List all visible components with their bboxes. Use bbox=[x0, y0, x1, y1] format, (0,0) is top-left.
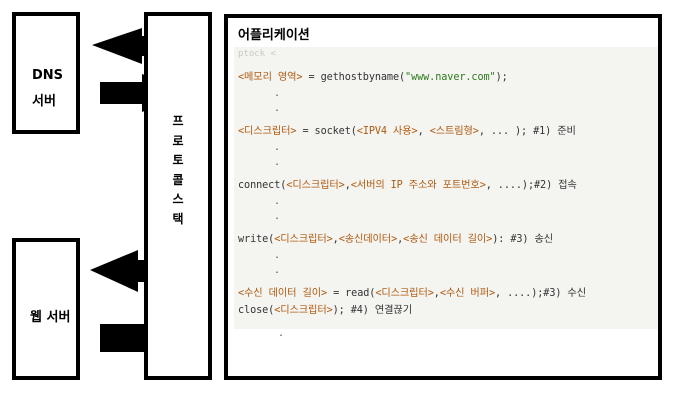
application-box: 어플리케이션 ptock < <메모리 영역> = gethostbyname(… bbox=[224, 14, 662, 380]
code-line-close: close(<디스크립터>); #4) 연결끊기 bbox=[238, 301, 412, 316]
code-token: <디스크립터> bbox=[375, 288, 434, 299]
web-server-box: 웹 서버 bbox=[12, 238, 80, 380]
code-token: <송신데이터> bbox=[338, 234, 398, 245]
protocol-stack-box: 프 로 토 콜 스 택 bbox=[144, 12, 212, 380]
application-title: 어플리케이션 bbox=[238, 28, 310, 43]
code-token: <수신 버퍼> bbox=[439, 288, 496, 299]
protocol-stack-label: 프 로 토 콜 스 택 bbox=[148, 112, 208, 230]
ellipsis-dot: . bbox=[274, 157, 281, 168]
code-line-gethostbyname: <메모리 영역> = gethostbyname("www.naver.com"… bbox=[238, 68, 508, 83]
dns-server-box: DNS 서버 bbox=[12, 12, 80, 134]
code-token: <디스크립터> bbox=[274, 305, 333, 316]
web-server-label: 웹 서버 bbox=[30, 310, 71, 325]
code-token: , ....);#3) 수신 bbox=[495, 288, 586, 299]
code-token: ); bbox=[495, 72, 508, 83]
protocol-char: 스 bbox=[172, 192, 184, 207]
ellipsis-dot: . bbox=[278, 328, 285, 339]
code-token: connect( bbox=[238, 180, 287, 191]
code-token: , bbox=[417, 126, 430, 137]
code-line-write: write(<디스크립터>,<송신데이터>,<송신 데이터 길이>): #3) … bbox=[238, 230, 553, 245]
code-token: = gethostbyname( bbox=[302, 72, 406, 83]
ellipsis-dot: . bbox=[274, 142, 281, 153]
ellipsis-dot: . bbox=[274, 103, 281, 114]
code-line-read: <수신 데이터 길이> = read(<디스크립터>,<수신 버퍼>, ....… bbox=[238, 284, 586, 299]
ellipsis-dot: . bbox=[274, 265, 281, 276]
dns-label: DNS bbox=[32, 68, 64, 83]
code-line-socket: <디스크립터> = socket(<IPV4 사용>, <스트림형>, ... … bbox=[238, 122, 576, 137]
protocol-char: 토 bbox=[172, 153, 184, 168]
code-token: <스트림형> bbox=[429, 126, 479, 137]
code-line-connect: connect(<디스크립터>,<서버의 IP 주소와 포트번호>, ....)… bbox=[238, 176, 577, 191]
ellipsis-dot: . bbox=[274, 196, 281, 207]
code-token: ); #4) 연결끊기 bbox=[332, 305, 412, 316]
code-token: ): #3) 송신 bbox=[492, 234, 553, 245]
code-token: <디스크립터> bbox=[274, 234, 333, 245]
code-string: "www.naver.com" bbox=[405, 72, 496, 83]
code-token: <IPV4 사용> bbox=[356, 126, 418, 137]
code-token: close( bbox=[238, 305, 275, 316]
dns-server-label: 서버 bbox=[32, 94, 56, 109]
code-token: = read( bbox=[327, 288, 376, 299]
ellipsis-dot: . bbox=[274, 250, 281, 261]
protocol-char: 로 bbox=[172, 133, 184, 148]
faded-code-text: ptock < bbox=[238, 49, 276, 59]
code-token: , ....);#2) 접속 bbox=[485, 180, 577, 191]
code-token: <디스크립터> bbox=[238, 126, 297, 137]
code-token: <수신 데이터 길이> bbox=[238, 288, 328, 299]
protocol-char: 프 bbox=[172, 114, 184, 128]
code-token: <송신 데이터 길이> bbox=[403, 234, 493, 245]
code-token: = socket( bbox=[296, 126, 357, 137]
ellipsis-dot: . bbox=[274, 211, 281, 222]
code-token: , ... ); #1) 준비 bbox=[478, 126, 576, 137]
ellipsis-dot: . bbox=[274, 88, 281, 99]
code-token: <디스크립터> bbox=[286, 180, 345, 191]
protocol-char: 택 bbox=[172, 211, 184, 226]
code-token: write( bbox=[238, 234, 275, 245]
code-block: ptock < <메모리 영역> = gethostbyname("www.na… bbox=[234, 47, 658, 329]
protocol-char: 콜 bbox=[172, 172, 184, 187]
code-token: <메모리 영역> bbox=[238, 72, 303, 83]
code-token: <서버의 IP 주소와 포트번호> bbox=[350, 180, 486, 191]
